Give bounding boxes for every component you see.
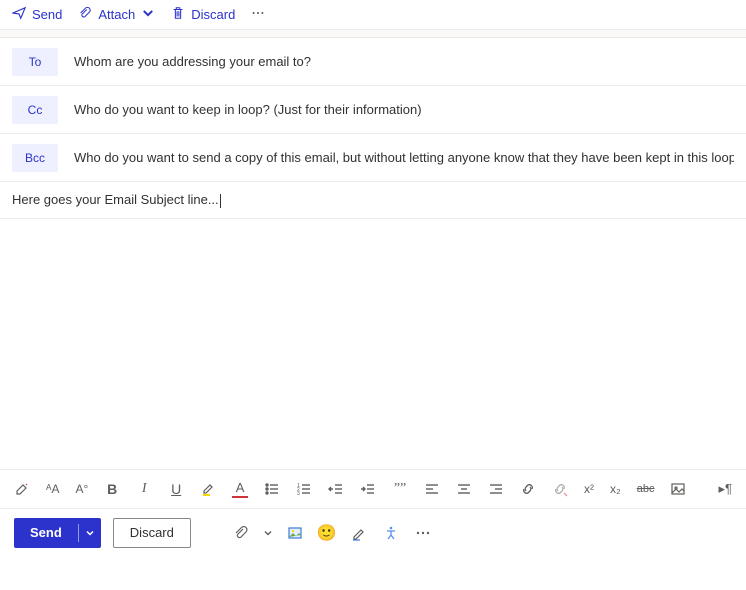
insert-image-icon[interactable] xyxy=(285,523,305,543)
send-button[interactable]: Send xyxy=(14,518,101,548)
subject-input[interactable]: Here goes your Email Subject line... xyxy=(12,192,219,207)
emoji-icon[interactable]: 🙂 xyxy=(317,523,337,543)
underline-icon[interactable]: U xyxy=(168,480,184,498)
to-button[interactable]: To xyxy=(12,48,58,76)
discard-link[interactable]: Discard xyxy=(171,6,235,23)
align-center-icon[interactable] xyxy=(456,480,472,498)
paragraph-marks-icon[interactable]: ▸¶ xyxy=(718,480,732,498)
send-link[interactable]: Send xyxy=(12,6,62,23)
more-link[interactable] xyxy=(251,6,265,23)
text-cursor xyxy=(220,194,221,208)
numbering-icon[interactable]: 123 xyxy=(296,480,312,498)
discard-link-label: Discard xyxy=(191,7,235,22)
svg-text:3: 3 xyxy=(297,491,300,497)
spacer xyxy=(0,30,746,38)
bcc-button[interactable]: Bcc xyxy=(12,144,58,172)
outdent-icon[interactable] xyxy=(328,480,344,498)
superscript-icon[interactable]: x² xyxy=(584,480,594,498)
subject-row: Here goes your Email Subject line... xyxy=(0,182,746,219)
strikethrough-icon[interactable]: abc xyxy=(637,480,655,498)
align-right-icon[interactable] xyxy=(488,480,504,498)
to-input[interactable] xyxy=(74,54,734,69)
cc-input[interactable] xyxy=(74,102,734,117)
italic-icon[interactable]: I xyxy=(136,480,152,498)
font-color-icon[interactable]: A xyxy=(232,480,248,498)
cc-row: Cc xyxy=(0,86,746,134)
signature-icon[interactable] xyxy=(349,523,369,543)
bold-icon[interactable]: B xyxy=(104,480,120,498)
trash-icon xyxy=(171,6,185,23)
more-actions-icon[interactable] xyxy=(413,523,433,543)
bcc-row: Bcc xyxy=(0,134,746,182)
cc-button[interactable]: Cc xyxy=(12,96,58,124)
send-options-chevron[interactable] xyxy=(79,518,101,548)
paperclip-icon xyxy=(78,6,92,23)
compose-top-toolbar: Send Attach Discard xyxy=(0,0,746,30)
insert-picture-icon[interactable] xyxy=(670,480,686,498)
highlight-icon[interactable] xyxy=(200,480,216,498)
bullets-icon[interactable] xyxy=(264,480,280,498)
send-link-label: Send xyxy=(32,7,62,22)
chevron-down-icon xyxy=(141,6,155,23)
link-icon[interactable] xyxy=(520,480,536,498)
attach-link-label: Attach xyxy=(98,7,135,22)
font-size-icon[interactable]: A° xyxy=(75,480,88,498)
bcc-input[interactable] xyxy=(74,150,734,165)
accessibility-icon[interactable] xyxy=(381,523,401,543)
unlink-icon[interactable] xyxy=(552,480,568,498)
format-painter-icon[interactable] xyxy=(14,480,30,498)
discard-button[interactable]: Discard xyxy=(113,518,191,548)
align-left-icon[interactable] xyxy=(424,480,440,498)
font-case-icon[interactable]: ᴬA xyxy=(46,480,59,498)
indent-icon[interactable] xyxy=(360,480,376,498)
to-row: To xyxy=(0,38,746,86)
send-button-label: Send xyxy=(14,518,78,548)
compose-action-bar: Send Discard 🙂 xyxy=(0,509,746,557)
attach-inline-icon[interactable] xyxy=(231,523,251,543)
body-editor[interactable] xyxy=(0,219,746,469)
send-icon xyxy=(12,6,26,23)
ellipsis-icon xyxy=(251,6,265,23)
attach-dropdown-icon[interactable] xyxy=(263,523,273,543)
attach-link[interactable]: Attach xyxy=(78,6,155,23)
subscript-icon[interactable]: x₂ xyxy=(610,480,621,498)
quote-icon[interactable]: ”” xyxy=(392,480,408,498)
format-toolbar: ᴬA A° B I U A 123 ”” x² x₂ abc ▸¶ xyxy=(0,469,746,509)
